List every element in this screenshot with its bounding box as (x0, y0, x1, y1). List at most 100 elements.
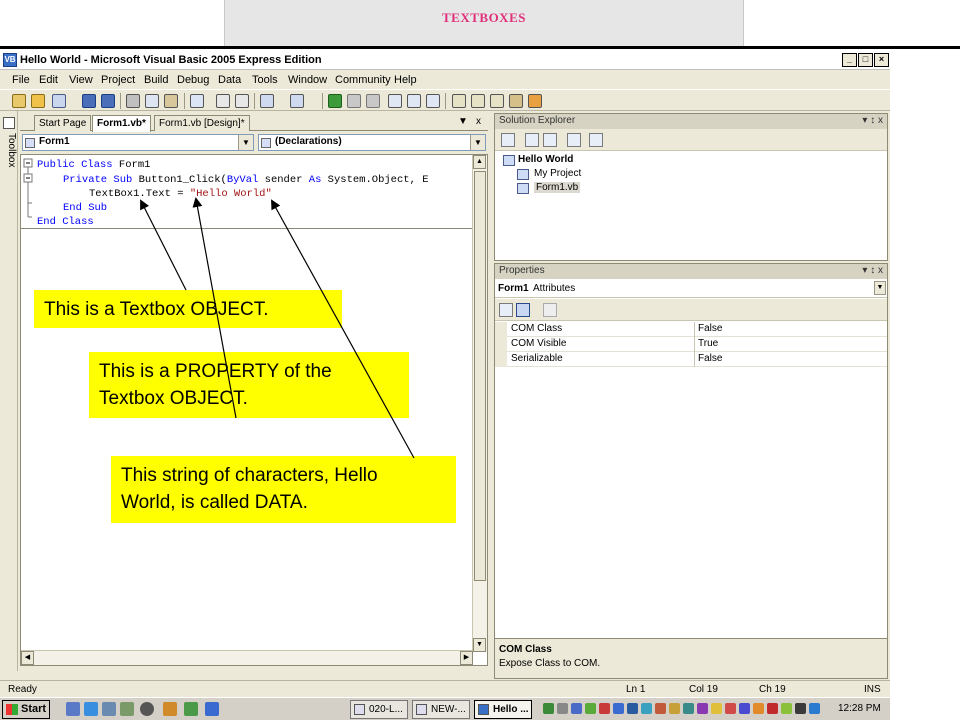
start-page-icon[interactable] (528, 94, 542, 108)
view-code-icon[interactable] (567, 133, 581, 147)
tray-icon[interactable] (655, 703, 666, 714)
properties-window-icon[interactable] (471, 94, 485, 108)
view-designer-icon[interactable] (589, 133, 603, 147)
chevron-down-icon[interactable]: ▼ (470, 135, 485, 150)
tray-icon[interactable] (809, 703, 820, 714)
tray-icon[interactable] (781, 703, 792, 714)
volume-icon[interactable] (557, 703, 568, 714)
music-icon[interactable] (184, 702, 198, 716)
find-icon[interactable] (190, 94, 204, 108)
class-name-dropdown[interactable]: Form1 ▼ (22, 134, 254, 151)
menu-edit[interactable]: Edit (39, 74, 58, 86)
tray-icon[interactable] (725, 703, 736, 714)
property-value[interactable]: False (698, 353, 722, 364)
step-out-icon[interactable] (426, 94, 440, 108)
tab-form1-code[interactable]: Form1.vb* (92, 115, 151, 132)
pane-controls[interactable]: ▾ ↕ x (862, 265, 883, 276)
taskbar-item[interactable]: NEW-... (412, 700, 470, 719)
chevron-down-icon[interactable]: ▼ (238, 135, 253, 150)
scroll-down-icon[interactable]: ▼ (473, 638, 486, 652)
properties-icon[interactable] (501, 133, 515, 147)
tab-start-page[interactable]: Start Page (34, 115, 92, 131)
tab-form1-design[interactable]: Form1.vb [Design]* (154, 115, 250, 131)
object-selector[interactable]: Form1 Attributes ▼ (495, 280, 887, 298)
menu-build[interactable]: Build (144, 74, 168, 86)
open-file-icon[interactable] (31, 94, 45, 108)
menu-file[interactable]: File (12, 74, 30, 86)
show-all-files-icon[interactable] (525, 133, 539, 147)
save-icon[interactable] (82, 94, 96, 108)
tray-icon[interactable] (543, 703, 554, 714)
tree-item-my-project[interactable]: My Project (534, 168, 581, 179)
property-row[interactable]: Serializable False (495, 352, 887, 367)
tray-icon[interactable] (767, 703, 778, 714)
menu-debug[interactable]: Debug (177, 74, 209, 86)
property-row[interactable]: COM Visible True (495, 337, 887, 352)
project-node[interactable]: Hello World (518, 154, 573, 165)
minimize-button[interactable]: _ (842, 53, 857, 67)
cut-icon[interactable] (126, 94, 140, 108)
show-desktop-icon[interactable] (66, 702, 80, 716)
tray-icon[interactable] (571, 703, 582, 714)
menu-project[interactable]: Project (101, 74, 135, 86)
scroll-right-icon[interactable]: ▶ (460, 651, 473, 665)
title-bar[interactable]: VB Hello World - Microsoft Visual Basic … (0, 51, 890, 70)
taskbar-item[interactable]: 020-L... (350, 700, 408, 719)
copy-icon[interactable] (145, 94, 159, 108)
scroll-thumb[interactable] (474, 171, 486, 581)
alphabetical-icon[interactable] (516, 303, 530, 317)
property-row[interactable]: COM Class False (495, 322, 887, 337)
toolbox-icon[interactable] (509, 94, 523, 108)
tray-icon[interactable] (585, 703, 596, 714)
tab-list-dropdown-icon[interactable]: ▼ (458, 116, 468, 127)
paste-icon[interactable] (164, 94, 178, 108)
categorized-icon[interactable] (499, 303, 513, 317)
properties-title[interactable]: Properties ▾ ↕ x (495, 264, 887, 279)
property-value[interactable]: True (698, 338, 718, 349)
redo-icon[interactable] (290, 94, 304, 108)
tray-icon[interactable] (683, 703, 694, 714)
close-button[interactable]: × (874, 53, 889, 67)
property-pages-icon[interactable] (543, 303, 557, 317)
menu-tools[interactable]: Tools (252, 74, 278, 86)
start-debug-icon[interactable] (328, 94, 342, 108)
quick-launch-icon[interactable] (163, 702, 177, 716)
taskbar-item-active[interactable]: Hello ... (474, 700, 532, 719)
quick-launch-icon[interactable] (120, 702, 134, 716)
uncomment-icon[interactable] (235, 94, 249, 108)
property-value[interactable]: False (698, 323, 722, 334)
scroll-up-icon[interactable]: ▲ (473, 155, 486, 169)
tray-icon[interactable] (753, 703, 764, 714)
tray-icon[interactable] (711, 703, 722, 714)
comment-icon[interactable] (216, 94, 230, 108)
chevron-down-icon[interactable]: ▼ (874, 281, 886, 295)
toolbox-strip[interactable]: Toolbox (0, 111, 18, 671)
undo-icon[interactable] (260, 94, 274, 108)
media-player-icon[interactable] (140, 702, 154, 716)
close-tab-icon[interactable]: x (476, 116, 481, 127)
maximize-button[interactable]: □ (858, 53, 873, 67)
app-icon[interactable]: VB (3, 53, 17, 67)
menu-window[interactable]: Window (288, 74, 327, 86)
horizontal-scrollbar[interactable]: ◀ ▶ (21, 650, 473, 665)
method-name-dropdown[interactable]: (Declarations) ▼ (258, 134, 486, 151)
tray-icon[interactable] (697, 703, 708, 714)
object-browser-icon[interactable] (490, 94, 504, 108)
tray-icon[interactable] (739, 703, 750, 714)
start-button[interactable]: Start (2, 700, 50, 719)
menu-help[interactable]: Help (394, 74, 417, 86)
menu-community[interactable]: Community (335, 74, 391, 86)
tray-icon[interactable] (669, 703, 680, 714)
stop-icon[interactable] (366, 94, 380, 108)
tray-icon[interactable] (599, 703, 610, 714)
step-into-icon[interactable] (388, 94, 402, 108)
vertical-scrollbar[interactable]: ▲ ▼ (472, 155, 487, 652)
network-icon[interactable] (102, 702, 116, 716)
tray-icon[interactable] (795, 703, 806, 714)
scroll-left-icon[interactable]: ◀ (21, 651, 34, 665)
tray-icon[interactable] (627, 703, 638, 714)
refresh-icon[interactable] (543, 133, 557, 147)
solution-explorer-title[interactable]: Solution Explorer ▾ ↕ x (495, 114, 887, 129)
menu-data[interactable]: Data (218, 74, 241, 86)
tray-icon[interactable] (641, 703, 652, 714)
